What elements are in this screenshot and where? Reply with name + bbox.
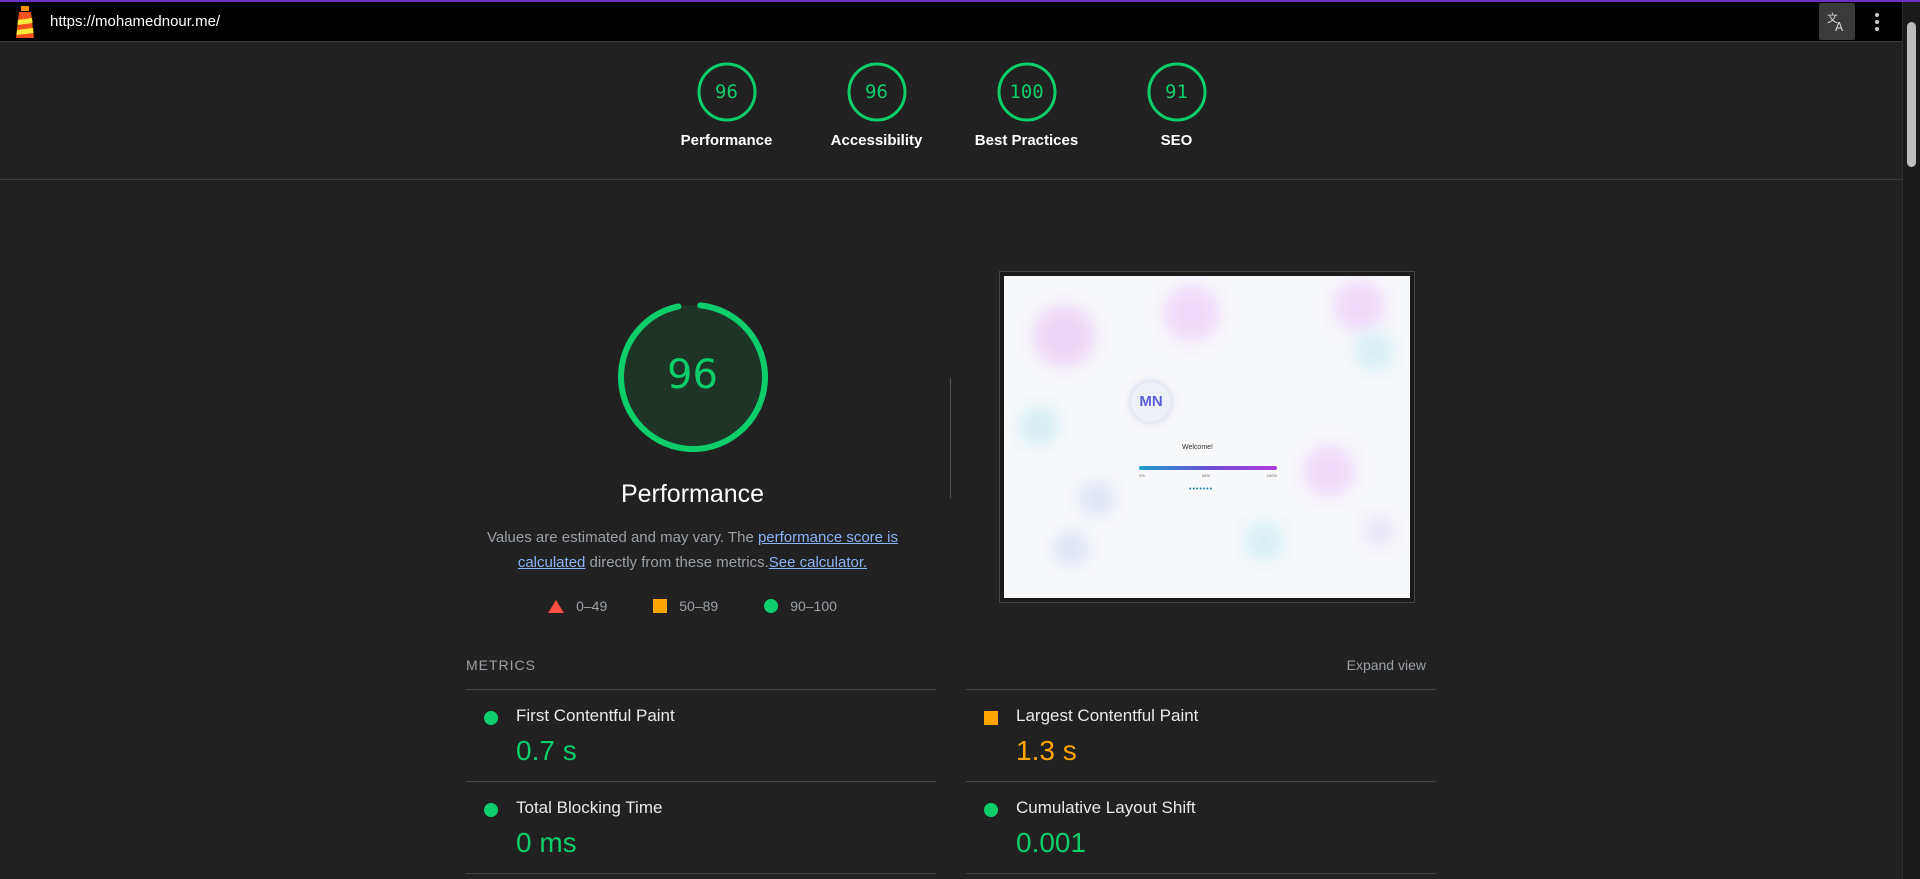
decor-blob (1334, 281, 1384, 331)
metric-name: Largest Contentful Paint (1016, 706, 1199, 725)
metric-total-blocking-time: Total Blocking Time 0 ms (466, 781, 936, 873)
screenshot-progress-labels: 0% 50% 100% (1139, 473, 1277, 478)
metrics-header: METRICS Expand view (466, 657, 1426, 673)
decor-blob (1354, 331, 1394, 371)
performance-score: 96 (667, 352, 718, 398)
expand-view-button[interactable]: Expand view (1347, 657, 1426, 673)
screenshot-loading-dots: ••••••• (1189, 486, 1214, 493)
gauge-accessibility[interactable]: 96 Accessibility (830, 62, 923, 179)
metric-name: Total Blocking Time (516, 798, 663, 817)
metric-value: 1.3 s (1016, 735, 1077, 766)
gauge-score: 91 (1165, 81, 1188, 103)
translate-icon: 文 A (1827, 11, 1844, 33)
page-scrollbar[interactable] (1902, 2, 1920, 879)
decor-blob (1244, 521, 1284, 561)
gauge-label: Performance (680, 132, 773, 149)
pass-circle-icon (484, 711, 498, 725)
metric-name: Cumulative Layout Shift (1016, 798, 1196, 817)
gauge-best-practices[interactable]: 100 Best Practices (975, 62, 1078, 179)
vertical-divider (950, 378, 951, 498)
see-calculator-link[interactable]: See calculator. (769, 554, 867, 571)
performance-summary: 96 Performance Values are estimated and … (470, 300, 915, 614)
scrollbar-thumb[interactable] (1907, 22, 1916, 167)
metric-divider (466, 873, 936, 874)
screenshot-progress-bar (1139, 466, 1277, 470)
final-screenshot[interactable]: MN Welcome! 0% 50% 100% ••••••• (999, 271, 1415, 603)
average-square-icon (653, 599, 668, 613)
decor-blob (1019, 406, 1059, 446)
metric-value: 0.7 s (516, 735, 577, 766)
desc-text: directly from these metrics. (585, 554, 769, 571)
pass-circle-icon (764, 599, 779, 613)
decor-blob (1079, 481, 1114, 516)
metric-largest-contentful-paint: Largest Contentful Paint 1.3 s (966, 689, 1436, 781)
screenshot-welcome: Welcome! (1182, 444, 1213, 451)
decor-blob (1364, 516, 1394, 546)
performance-title: Performance (620, 480, 765, 508)
legend-label: 90–100 (790, 598, 837, 614)
legend-pass: 90–100 (764, 598, 837, 614)
metric-name: First Contentful Paint (516, 706, 675, 725)
legend-label: 0–49 (576, 598, 608, 614)
screenshot-logo: MN (1131, 382, 1171, 422)
svg-text:A: A (1835, 20, 1844, 33)
progress-label: 0% (1139, 473, 1145, 478)
average-square-icon (984, 711, 998, 725)
category-summary: 96 Performance 96 Accessibility 100 Best… (0, 42, 1903, 180)
screenshot-image: MN Welcome! 0% 50% 100% ••••••• (1004, 276, 1410, 598)
gauge-performance[interactable]: 96 Performance (680, 62, 773, 179)
more-options-button[interactable] (1859, 3, 1895, 40)
decor-blob (1164, 286, 1219, 341)
desc-text: Values are estimated and may vary. The (486, 529, 758, 546)
score-legend: 0–49 50–89 90–100 (470, 598, 915, 614)
more-vert-icon (1875, 12, 1879, 31)
progress-label: 100% (1266, 473, 1277, 478)
gauge-label: Best Practices (974, 132, 1079, 149)
legend-average: 50–89 (653, 598, 718, 614)
legend-label: 50–89 (679, 598, 719, 614)
metrics-title: METRICS (466, 657, 536, 673)
progress-label: 50% (1201, 473, 1210, 478)
metric-cumulative-layout-shift: Cumulative Layout Shift 0.001 (966, 781, 1436, 873)
pass-circle-icon (484, 803, 498, 817)
gauge-label: SEO (1160, 132, 1193, 149)
metric-value: 0.001 (1016, 827, 1087, 858)
legend-fail: 0–49 (548, 598, 607, 614)
metric-divider (966, 873, 1436, 874)
decor-blob (1304, 446, 1354, 496)
decor-blob (1034, 306, 1094, 366)
lighthouse-icon (16, 5, 34, 38)
performance-gauge: 96 (616, 300, 770, 454)
metric-first-contentful-paint: First Contentful Paint 0.7 s (466, 689, 936, 781)
fail-triangle-icon (548, 599, 565, 613)
gauge-score: 100 (1009, 81, 1044, 103)
gauge-seo[interactable]: 91 SEO (1132, 62, 1222, 179)
translate-button[interactable]: 文 A (1819, 3, 1855, 40)
gauge-score: 96 (865, 81, 888, 103)
report-url[interactable]: https://mohamednour.me/ (50, 13, 220, 30)
gauge-score: 96 (715, 81, 738, 103)
decor-blob (1054, 531, 1089, 566)
performance-description: Values are estimated and may vary. The p… (470, 525, 915, 575)
gauge-label: Accessibility (830, 132, 923, 149)
metric-value: 0 ms (516, 827, 577, 858)
pass-circle-icon (984, 803, 998, 817)
report-topbar: https://mohamednour.me/ 文 A (0, 2, 1903, 42)
